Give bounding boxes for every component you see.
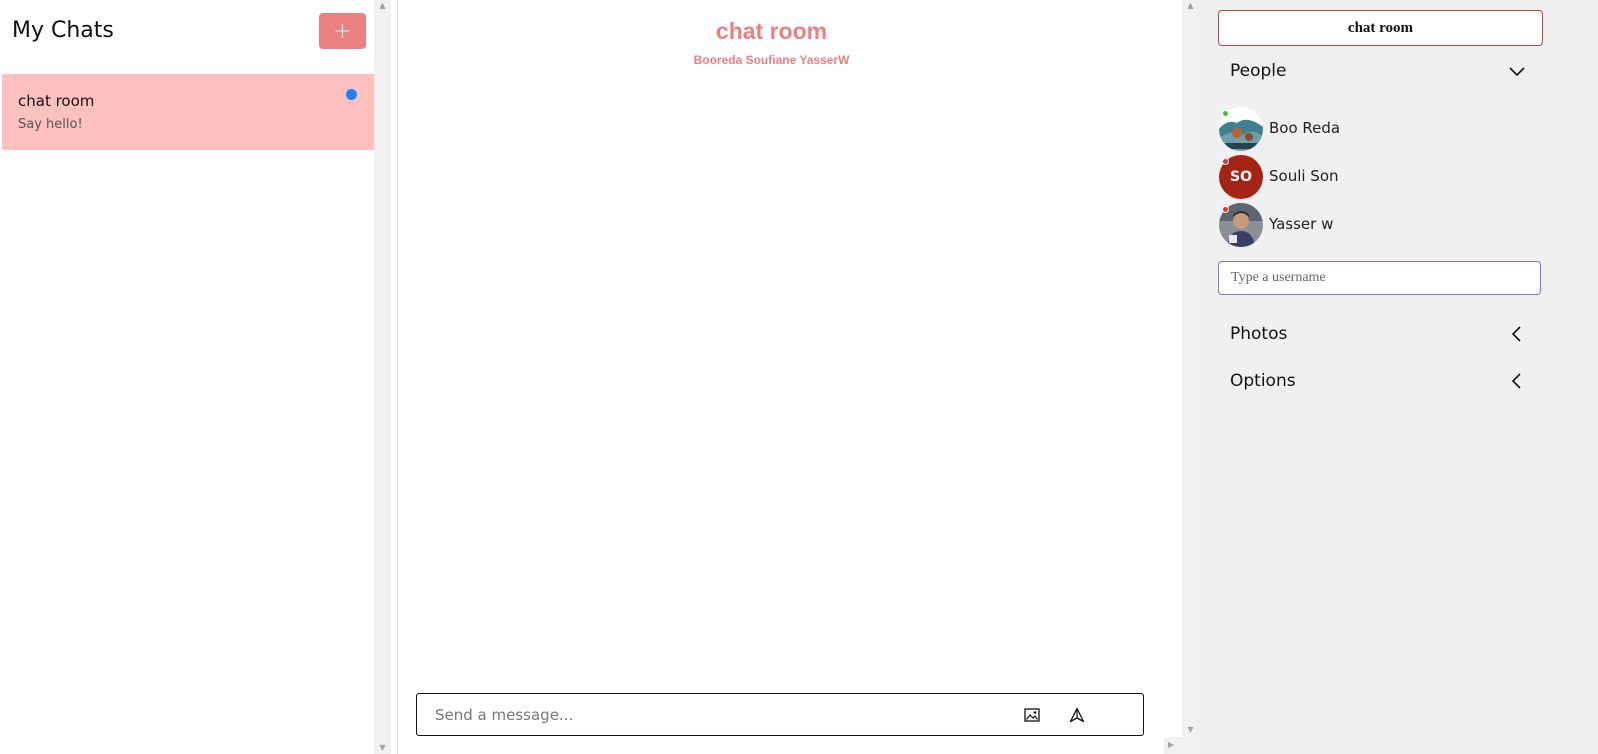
conversation-panel: chat room Booreda Soufiane YasserW bbox=[398, 0, 1182, 754]
person-item[interactable]: Yasser w bbox=[1219, 203, 1519, 247]
chat-list-title: My Chats bbox=[12, 18, 114, 43]
person-item[interactable]: SO Souli Son bbox=[1219, 155, 1519, 199]
conversation-scrollbar[interactable]: ▲ ▼ bbox=[1182, 0, 1199, 754]
photos-section-header[interactable]: Photos bbox=[1218, 318, 1541, 350]
chat-list-item[interactable]: chat room Say hello! bbox=[2, 74, 376, 150]
chevron-left-icon bbox=[1511, 326, 1521, 342]
offline-status-dot bbox=[1222, 158, 1229, 165]
message-composer bbox=[416, 693, 1144, 736]
people-section-header[interactable]: People bbox=[1218, 55, 1541, 87]
online-status-dot bbox=[1222, 110, 1229, 117]
scroll-right-arrow-icon[interactable]: ▶ bbox=[1168, 740, 1174, 749]
horizontal-scrollbar[interactable]: ▶ bbox=[1164, 737, 1198, 754]
room-members: Booreda Soufiane YasserW bbox=[693, 53, 850, 67]
people-section-label: People bbox=[1230, 61, 1287, 81]
options-section-label: Options bbox=[1230, 371, 1296, 391]
chat-list-panel: My Chats + chat room Say hello! bbox=[0, 0, 376, 754]
chat-item-preview: Say hello! bbox=[18, 117, 83, 132]
message-input[interactable] bbox=[435, 694, 995, 735]
unread-indicator bbox=[346, 89, 357, 100]
scroll-up-arrow-icon[interactable]: ▲ bbox=[374, 1, 391, 10]
person-name: Yasser w bbox=[1269, 215, 1334, 233]
chevron-left-icon bbox=[1511, 373, 1521, 389]
new-chat-button[interactable]: + bbox=[319, 13, 366, 49]
person-name: Boo Reda bbox=[1269, 119, 1341, 137]
room-name-box: chat room bbox=[1218, 10, 1543, 46]
person-item[interactable]: Boo Reda bbox=[1219, 107, 1519, 151]
scroll-up-arrow-icon[interactable]: ▲ bbox=[1182, 1, 1199, 10]
chat-list-scrollbar[interactable]: ▲ ▼ bbox=[374, 0, 391, 754]
scroll-down-arrow-icon[interactable]: ▼ bbox=[374, 743, 391, 752]
chevron-down-icon bbox=[1509, 67, 1525, 77]
person-name: Souli Son bbox=[1269, 167, 1339, 185]
scroll-down-arrow-icon[interactable]: ▼ bbox=[1182, 725, 1199, 734]
chat-item-title: chat room bbox=[18, 92, 95, 110]
options-section-header[interactable]: Options bbox=[1218, 365, 1541, 397]
photos-section-label: Photos bbox=[1230, 324, 1288, 344]
room-title: chat room bbox=[715, 18, 828, 44]
send-icon[interactable] bbox=[1066, 704, 1088, 726]
chat-app: My Chats + chat room Say hello! ▲ ▼ chat… bbox=[0, 0, 1598, 754]
chat-details-panel: chat room People Boo Reda SO Souli Son Y… bbox=[1199, 0, 1598, 754]
offline-status-dot bbox=[1222, 206, 1229, 213]
add-username-input[interactable] bbox=[1218, 261, 1541, 295]
image-upload-icon[interactable] bbox=[1021, 704, 1043, 726]
